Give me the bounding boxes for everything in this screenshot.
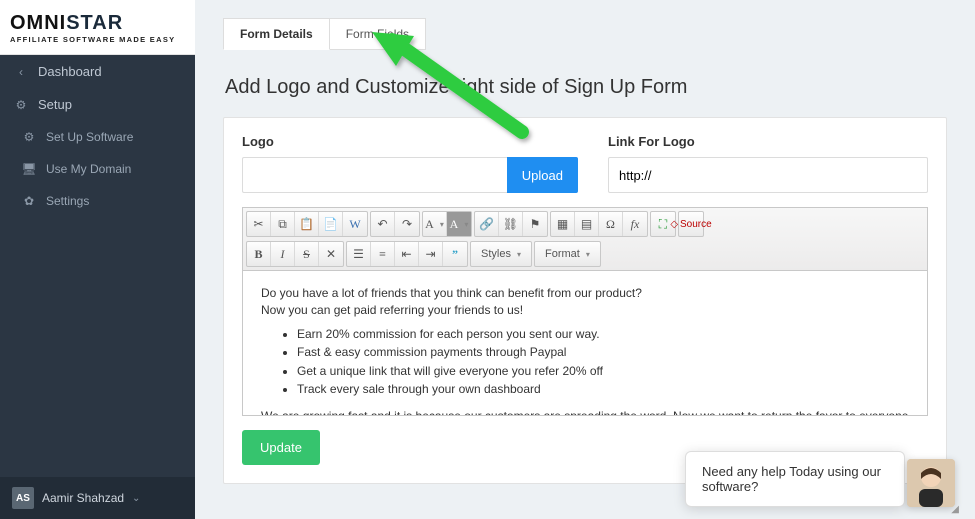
indent-icon[interactable]: ⇥ [419,242,443,266]
user-name: Aamir Shahzad [42,491,124,505]
list-item: Earn 20% commission for each person you … [297,326,909,343]
cut-icon[interactable]: ✂ [247,212,271,236]
unlink-icon[interactable]: ⛓ [499,212,523,236]
styles-dropdown[interactable]: Styles▾ [471,242,531,266]
list-item: Track every sale through your own dashbo… [297,381,909,398]
chevron-down-icon: ⌄ [132,493,140,504]
link-for-logo-label: Link For Logo [608,134,928,149]
nav-dashboard[interactable]: ‹ Dashboard [0,55,195,88]
update-button[interactable]: Update [242,430,320,465]
main-content: Form Details Form Fields Add Logo and Cu… [195,0,975,519]
bg-color-icon[interactable]: A▾ [447,212,471,236]
upload-button[interactable]: Upload [507,157,578,193]
special-char-icon[interactable]: Ω [599,212,623,236]
editor-paragraph: Do you have a lot of friends that you th… [261,285,909,302]
gauge-icon: ⚙ [14,98,28,112]
function-icon[interactable]: fx [623,212,647,236]
nav-setup[interactable]: ⚙ Setup [0,88,195,121]
source-button[interactable]: ◇ Source [679,212,703,236]
remove-format-icon[interactable]: ✕ [319,242,343,266]
help-chat-avatar[interactable] [907,459,955,507]
rich-text-editor: ✂ ⧉ 📋 📄 W ↶ ↷ A▾ A▾ 🔗 ⛓ ⚑ [242,207,928,416]
user-avatar: AS [12,487,34,509]
brand-name-post: STAR [66,12,123,34]
editor-bullet-list: Earn 20% commission for each person you … [297,326,909,399]
link-for-logo-input[interactable] [608,157,928,193]
editor-paragraph: We are growing fast and it is because ou… [261,408,909,415]
image-icon[interactable]: ▦ [551,212,575,236]
strikethrough-icon[interactable]: S [295,242,319,266]
copy-icon[interactable]: ⧉ [271,212,295,236]
paste-word-icon[interactable]: W [343,212,367,236]
nav-label: Dashboard [38,64,102,79]
tabs: Form Details Form Fields [223,18,947,50]
anchor-icon[interactable]: ⚑ [523,212,547,236]
chat-caret-icon: ◢ [951,504,959,515]
brand-name-pre: OMNI [10,12,66,34]
redo-icon[interactable]: ↷ [395,212,419,236]
list-item: Fast & easy commission payments through … [297,344,909,361]
subnav-label: Settings [46,194,89,208]
sidebar: OMNISTAR AFFILIATE SOFTWARE MADE EASY ‹ … [0,0,195,519]
numbered-list-icon[interactable]: ☰ [347,242,371,266]
brand-tagline: AFFILIATE SOFTWARE MADE EASY [10,35,185,44]
help-chat-message: Need any help Today using our software? [702,464,881,494]
user-menu[interactable]: AS Aamir Shahzad ⌄ [0,477,195,519]
outdent-icon[interactable]: ⇤ [395,242,419,266]
subnav-settings[interactable]: ✿ Settings [0,185,195,217]
subnav-label: Use My Domain [46,162,131,176]
help-chat-bubble[interactable]: Need any help Today using our software? [685,451,905,507]
italic-icon[interactable]: I [271,242,295,266]
editor-toolbar: ✂ ⧉ 📋 📄 W ↶ ↷ A▾ A▾ 🔗 ⛓ ⚑ [243,208,927,271]
table-icon[interactable]: ▤ [575,212,599,236]
editor-paragraph: Now you can get paid referring your frie… [261,302,909,319]
subnav-use-my-domain[interactable]: 🖥 Use My Domain [0,153,195,185]
editor-content[interactable]: Do you have a lot of friends that you th… [243,271,927,415]
form-panel: Logo Upload Link For Logo ✂ ⧉ 📋 📄 W [223,117,947,484]
tab-form-details[interactable]: Form Details [223,18,330,50]
page-title: Add Logo and Customize right side of Sig… [225,76,945,99]
logo-input[interactable] [242,157,507,193]
paste-text-icon[interactable]: 📄 [319,212,343,236]
link-icon[interactable]: 🔗 [475,212,499,236]
gear-icon: ✿ [22,194,36,208]
bold-icon[interactable]: B [247,242,271,266]
tab-label: Form Fields [346,27,409,41]
bullet-list-icon[interactable]: ≡ [371,242,395,266]
chevron-left-icon: ‹ [14,65,28,79]
undo-icon[interactable]: ↶ [371,212,395,236]
logo-label: Logo [242,134,578,149]
subnav-label: Set Up Software [46,130,133,144]
brand-logo: OMNISTAR AFFILIATE SOFTWARE MADE EASY [0,0,195,55]
font-color-icon[interactable]: A▾ [423,212,447,236]
tab-form-fields[interactable]: Form Fields [330,18,426,50]
monitor-icon: 🖥 [22,162,36,176]
tab-label: Form Details [240,27,313,41]
format-dropdown[interactable]: Format▾ [535,242,600,266]
blockquote-icon[interactable]: ” [443,242,467,266]
list-item: Get a unique link that will give everyon… [297,363,909,380]
subnav-setup-software[interactable]: ⚙ Set Up Software [0,121,195,153]
paste-icon[interactable]: 📋 [295,212,319,236]
nav-label: Setup [38,97,72,112]
gears-icon: ⚙ [22,130,36,144]
